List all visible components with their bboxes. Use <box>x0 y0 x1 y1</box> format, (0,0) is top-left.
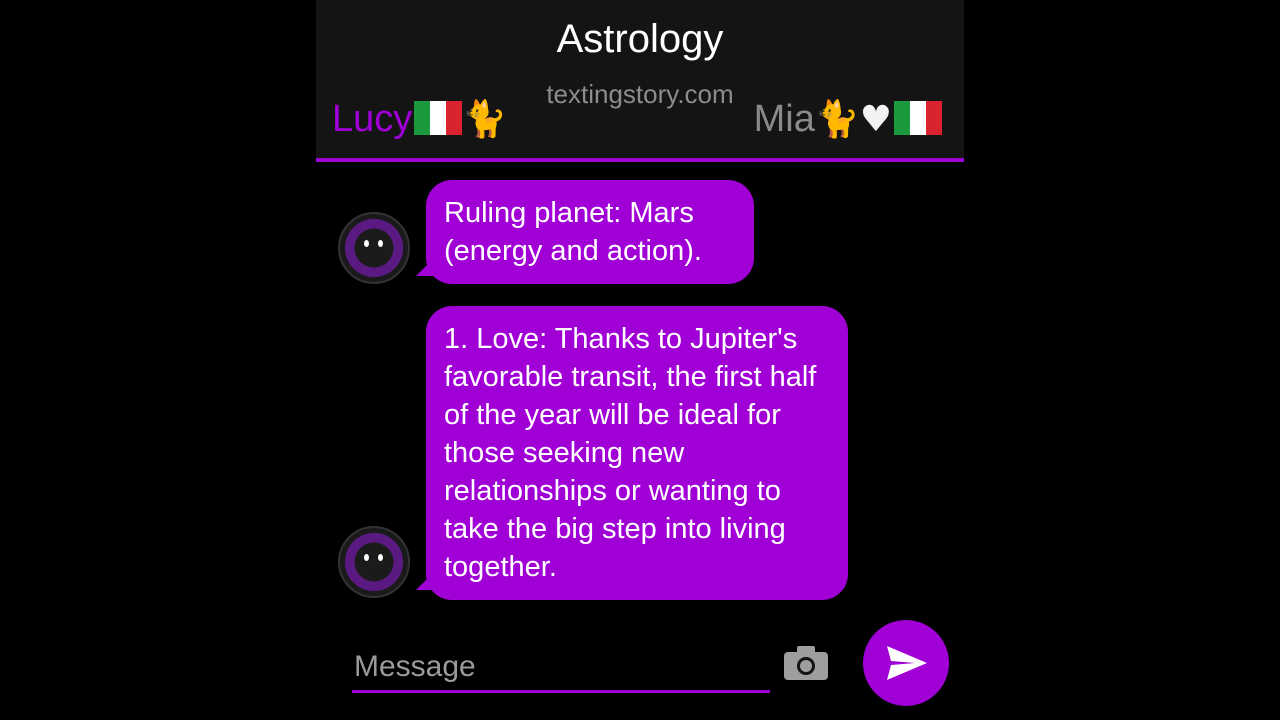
message-bubble[interactable]: 1. Love: Thanks to Jupiter's favorable t… <box>426 306 848 600</box>
contact-right[interactable]: Mia🐈♥ <box>754 96 942 143</box>
italy-flag-icon <box>894 101 942 135</box>
message-bubble[interactable]: Ruling planet: Mars (energy and action). <box>426 180 754 284</box>
chat-screen: Astrology textingstory.com Lucy 🐈 Mia🐈♥ R… <box>316 0 964 720</box>
message-input[interactable] <box>352 646 756 688</box>
avatar[interactable] <box>338 212 410 284</box>
send-icon <box>887 646 927 680</box>
message-composer <box>352 640 770 693</box>
contact-right-name: Mia <box>753 98 815 140</box>
italy-flag-icon <box>414 101 463 135</box>
chat-title: Astrology <box>556 17 724 61</box>
white-heart-icon: ♥ <box>859 99 892 140</box>
black-cat-icon: 🐈 <box>462 99 508 140</box>
avatar[interactable] <box>338 526 410 598</box>
cat-icon: 🐈 <box>814 99 860 140</box>
contact-left[interactable]: Lucy 🐈 <box>332 96 507 143</box>
chat-header: Astrology textingstory.com Lucy 🐈 Mia🐈♥ <box>316 0 964 162</box>
contact-left-name: Lucy <box>332 98 413 140</box>
send-button[interactable] <box>863 620 949 706</box>
camera-icon[interactable] <box>784 646 828 680</box>
